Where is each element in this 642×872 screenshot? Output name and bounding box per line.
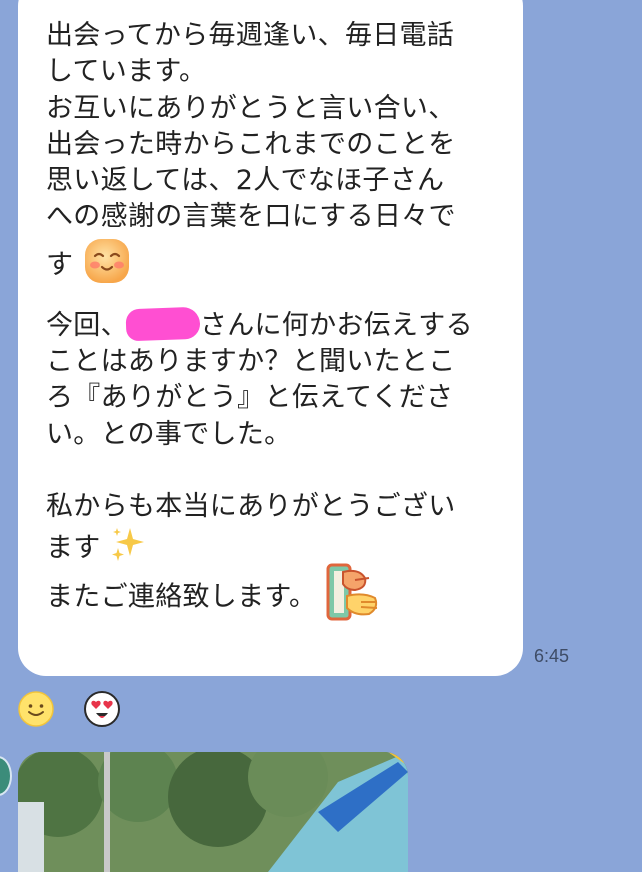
avatar[interactable] [0,756,12,796]
message-line: またご連絡致します。 [46,562,497,621]
message-line: 出会った時からこれまでのことを [46,128,456,160]
message-line: い。との事でした。 [46,418,292,450]
smile-emoji-icon[interactable] [18,691,54,727]
message-timestamp: 6:45 [534,646,570,666]
message-line: す [46,236,497,283]
message-line: ます [46,526,497,563]
message-line: しています。 [46,56,207,88]
heart-eyes-emoji-icon[interactable] [84,691,120,727]
blushing-face-emoji-icon [82,236,132,296]
photo-image [18,752,408,872]
message-line: への感謝の言葉を口にする日々で [46,201,456,233]
bowing-person-sticker-icon [325,562,383,634]
message-line: 今回、 さんに何かお伝えする [46,306,497,344]
photo-message[interactable] [18,752,408,872]
message-bubble[interactable]: 出会ってから毎週逢い、毎日電話 しています。 お互いにありがとうと言い合い、 出… [18,0,523,676]
message-line: 出会ってから毎週逢い、毎日電話 [46,20,455,51]
redacted-name-mark [125,306,201,342]
message-line: ことはありますか？と聞いたとこ [46,346,456,378]
message-line: 私からも本当にありがとうござい [46,491,456,523]
message-line: お互いにありがとうと言い合い、 [46,92,456,124]
message-line: ろ『ありがとう』と伝えてくださ [46,382,454,414]
message-line: 思い返しては、2人でなほ子さん [46,165,445,197]
